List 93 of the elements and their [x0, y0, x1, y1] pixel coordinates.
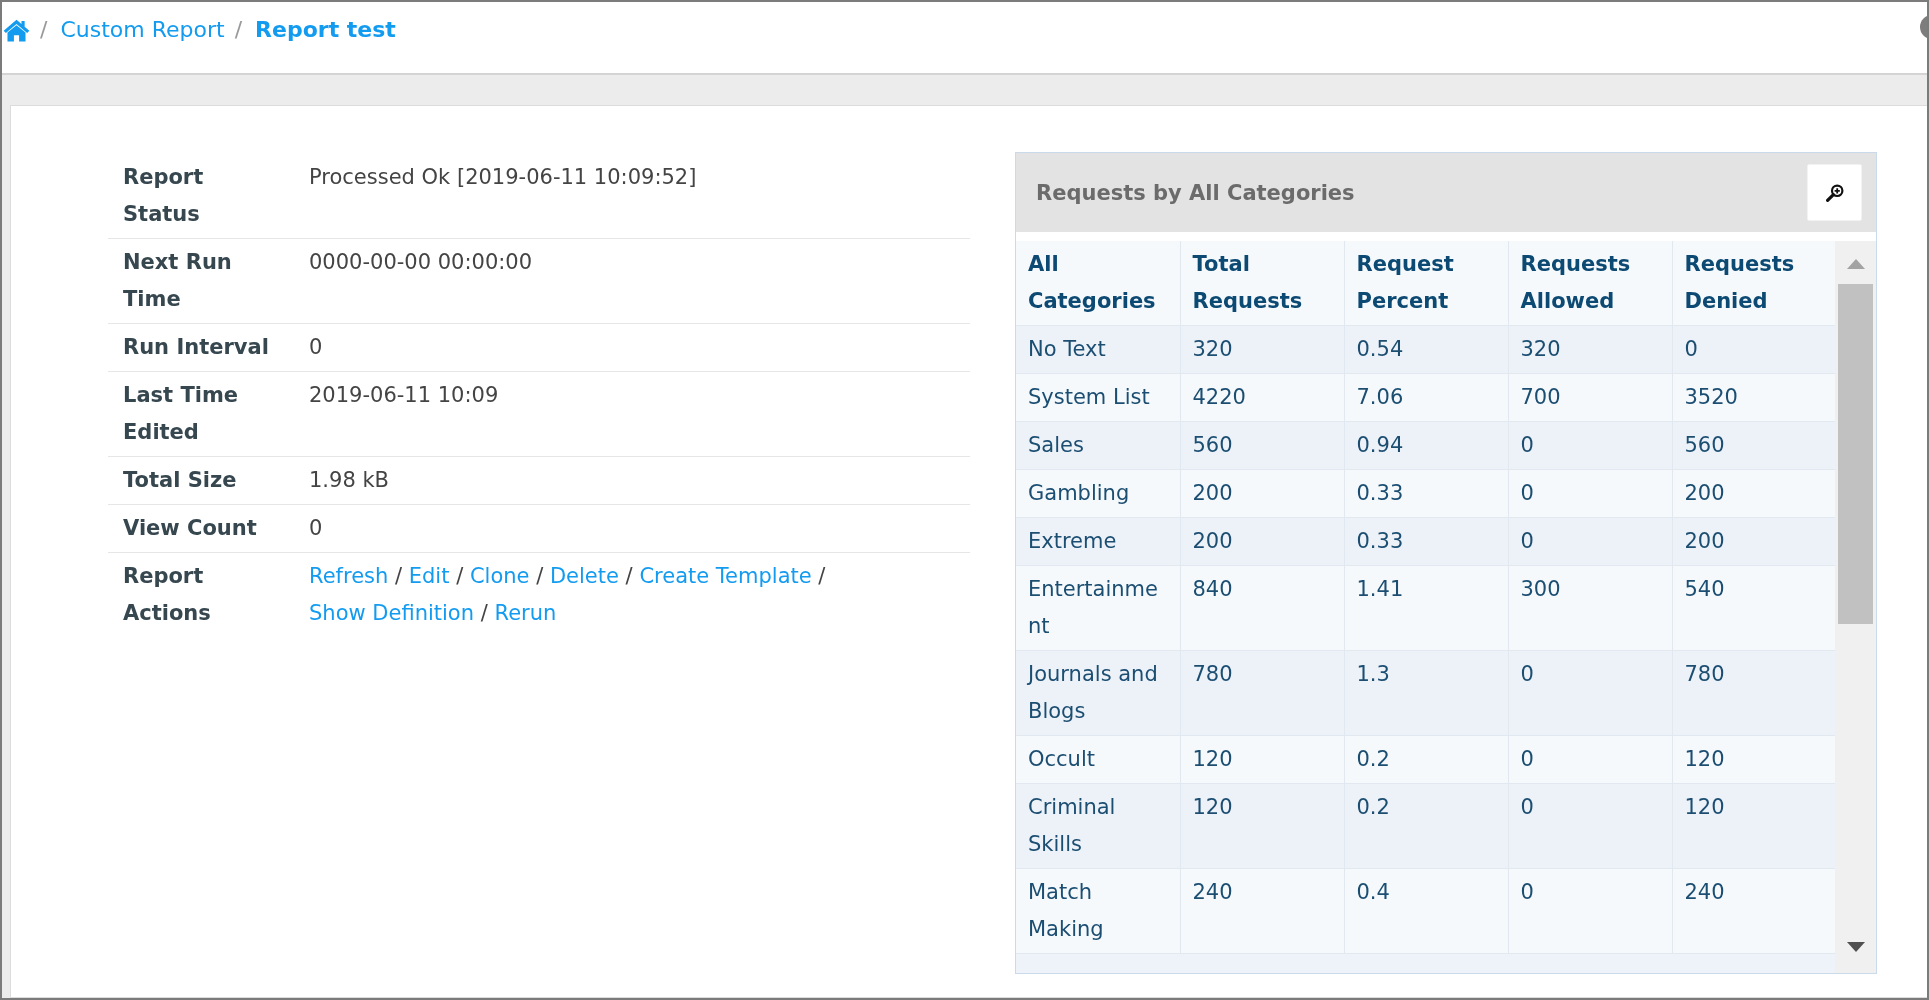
column-header: Requests Allowed	[1508, 241, 1672, 326]
table-cell: 0.2	[1344, 735, 1508, 784]
column-header: Request Percent	[1344, 241, 1508, 326]
field-label: Next Run Time	[123, 249, 233, 313]
action-link[interactable]: Clone	[469, 564, 530, 588]
table-cell: Match Making	[1016, 868, 1180, 954]
table-cell: 0	[1508, 868, 1672, 954]
table-cell: 320	[1180, 325, 1344, 374]
table-cell: Criminal Skills	[1016, 783, 1180, 869]
table-cell: 540	[1672, 565, 1835, 651]
field-value: 0	[309, 335, 323, 359]
table-cell: 0.2	[1344, 783, 1508, 869]
table-cell: 7.06	[1344, 373, 1508, 422]
link-separator: /	[818, 564, 826, 588]
action-link[interactable]: Refresh	[309, 564, 389, 588]
link-separator: /	[456, 564, 464, 588]
breadcrumb-current: Report test	[255, 16, 396, 44]
table-cell: 0	[1508, 783, 1672, 869]
table-cell: No Text	[1016, 325, 1180, 374]
link-separator: /	[536, 564, 544, 588]
table-cell: Journals and Blogs	[1016, 650, 1180, 736]
scrollbar[interactable]	[1835, 241, 1876, 973]
field-label: Report Actions	[123, 563, 212, 627]
table-cell: 200	[1672, 517, 1835, 566]
table-cell: 0	[1508, 517, 1672, 566]
home-icon[interactable]	[3, 18, 30, 42]
zoom-in-icon	[1825, 183, 1844, 202]
table-cell: 0	[1508, 735, 1672, 784]
caret-down-icon[interactable]	[1846, 942, 1865, 952]
table-cell: Entertainment	[1016, 565, 1180, 651]
table-cell: 300	[1508, 565, 1672, 651]
table-cell: 120	[1180, 783, 1344, 869]
link-separator: /	[480, 601, 488, 625]
table-cell: 120	[1180, 735, 1344, 784]
table-cell: Sales	[1016, 421, 1180, 470]
table-cell: 560	[1180, 421, 1344, 470]
action-link[interactable]: Edit	[408, 564, 450, 588]
table-cell: 3520	[1672, 373, 1835, 422]
table-cell: 200	[1180, 517, 1344, 566]
table-cell: 4220	[1180, 373, 1344, 422]
link-separator: /	[625, 564, 633, 588]
breadcrumb-link[interactable]: Custom Report	[60, 16, 225, 44]
table-cell: 1.41	[1344, 565, 1508, 651]
table-cell: 1.3	[1344, 650, 1508, 736]
scrollbar-thumb[interactable]	[1838, 284, 1873, 624]
field-value: 0000-00-00 00:00:00	[309, 250, 533, 274]
table-cell: 0.4	[1344, 868, 1508, 954]
table-cell: 320	[1508, 325, 1672, 374]
table-cell: 780	[1180, 650, 1344, 736]
field-value: Processed Ok [2019-06-11 10:09:52]	[309, 165, 697, 189]
table-cell: 700	[1508, 373, 1672, 422]
table-cell: 120	[1672, 783, 1835, 869]
table-cell: System List	[1016, 373, 1180, 422]
action-link[interactable]: Delete	[549, 564, 619, 588]
table-cell: 0.54	[1344, 325, 1508, 374]
table-cell: 0.33	[1344, 469, 1508, 518]
table-cell: 0	[1508, 650, 1672, 736]
caret-up-icon[interactable]	[1846, 259, 1865, 269]
field-label: Run Interval	[123, 334, 270, 361]
link-separator: /	[395, 564, 403, 588]
table-cell: 120	[1672, 735, 1835, 784]
table-cell: Extreme	[1016, 517, 1180, 566]
table-cell: Occult	[1016, 735, 1180, 784]
table-cell: 200	[1672, 469, 1835, 518]
table-cell: 0	[1672, 325, 1835, 374]
field-label: View Count	[123, 515, 258, 542]
breadcrumb-separator: /	[40, 16, 48, 44]
field-value: 0	[309, 516, 323, 540]
table-cell: Gambling	[1016, 469, 1180, 518]
field-value: 1.98 kB	[309, 468, 389, 492]
field-label: Total Size	[123, 467, 238, 494]
table-cell: 560	[1672, 421, 1835, 470]
action-link[interactable]: Rerun	[494, 601, 557, 625]
action-link[interactable]: Create Template	[639, 564, 812, 588]
table-cell: 0	[1508, 469, 1672, 518]
table-cell: 780	[1672, 650, 1835, 736]
panel-title: Requests by All Categories	[1036, 180, 1355, 205]
zoom-button[interactable]	[1807, 164, 1862, 221]
table-cell: 0.94	[1344, 421, 1508, 470]
column-header: All Categories	[1016, 241, 1180, 326]
table-cell: 240	[1672, 868, 1835, 954]
field-label: Report Status	[123, 164, 205, 228]
action-link[interactable]: Show Definition	[309, 601, 475, 625]
table-cell: 240	[1180, 868, 1344, 954]
table-cell: 0.33	[1344, 517, 1508, 566]
column-header: Requests Denied	[1672, 241, 1835, 326]
table-cell: 200	[1180, 469, 1344, 518]
table-cell: 0	[1508, 421, 1672, 470]
field-label: Last Time Edited	[123, 382, 240, 446]
table-cell: 840	[1180, 565, 1344, 651]
column-header: Total Requests	[1180, 241, 1344, 326]
field-value: 2019-06-11 10:09	[309, 383, 499, 407]
breadcrumb-separator: /	[234, 16, 243, 44]
